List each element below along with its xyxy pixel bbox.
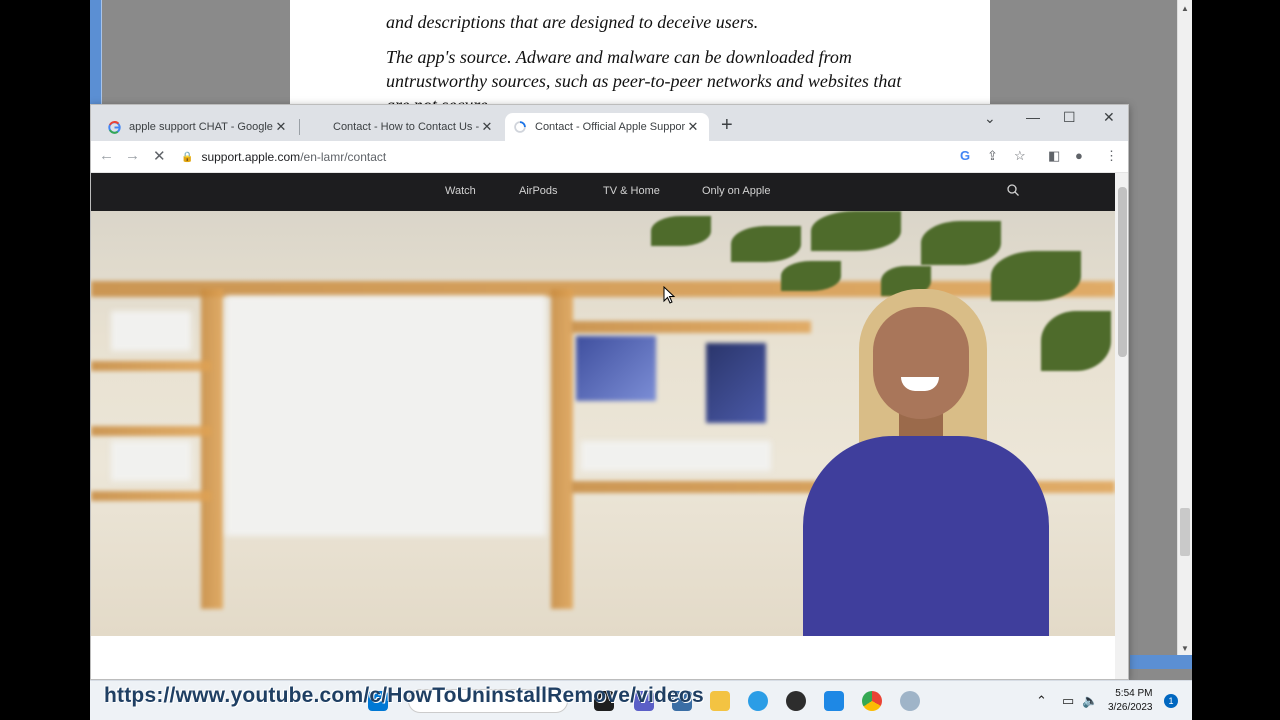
page-scrollbar[interactable] <box>1115 173 1128 679</box>
settings-gear-icon[interactable] <box>900 691 920 711</box>
address-bar[interactable]: 🔒 support.apple.com/en-lamr/contact <box>181 145 981 169</box>
stop-loading-icon[interactable]: ✕ <box>153 147 166 165</box>
document-scrollbar[interactable]: ▲ ▼ <box>1177 0 1192 660</box>
network-icon[interactable]: ▭ <box>1062 693 1074 709</box>
chrome-icon[interactable] <box>862 691 882 711</box>
show-hidden-icons-chevron-icon[interactable]: ⌃ <box>1036 693 1047 709</box>
bookmark-star-icon[interactable]: ☆ <box>1014 148 1026 164</box>
profile-avatar-icon[interactable]: ● <box>1075 148 1083 163</box>
volume-icon[interactable]: 🔈 <box>1082 693 1098 709</box>
back-arrow-icon[interactable]: ← <box>99 147 114 164</box>
document-scroll-thumb[interactable] <box>1180 508 1190 556</box>
scroll-down-arrow-icon[interactable]: ▼ <box>1181 644 1189 653</box>
chart-app-icon[interactable] <box>824 691 844 711</box>
tab-title: Contact - Official Apple Support <box>535 121 685 133</box>
search-icon[interactable] <box>1007 184 1019 199</box>
edge-icon[interactable] <box>748 691 768 711</box>
nav-link-only-on-apple[interactable]: Only on Apple <box>702 185 771 197</box>
browser-toolbar: ← → ✕ 🔒 support.apple.com/en-lamr/contac… <box>91 141 1128 173</box>
media-player-icon[interactable] <box>786 691 806 711</box>
maximize-icon[interactable]: ☐ <box>1063 109 1076 126</box>
clock-date: 3/26/2023 <box>1108 702 1153 713</box>
lock-icon[interactable]: 🔒 <box>181 152 193 163</box>
hero-image-apple-store <box>91 211 1115 636</box>
video-overlay-url: https://www.youtube.com/c/HowToUninstall… <box>104 684 704 707</box>
tab-search-chevron-icon[interactable]: ⌄ <box>984 110 996 127</box>
tab-contact-us[interactable]: Contact - How to Contact Us - A ✕ <box>303 113 503 141</box>
google-lens-icon[interactable]: G <box>960 148 970 163</box>
letterbox-left <box>0 0 90 720</box>
close-tab-icon[interactable]: ✕ <box>273 119 289 135</box>
mouse-cursor-icon <box>663 286 676 304</box>
chrome-browser-window: apple support CHAT - Google Se ✕ Contact… <box>90 104 1129 680</box>
scroll-up-arrow-icon[interactable]: ▲ <box>1181 4 1189 13</box>
notification-badge[interactable]: 1 <box>1164 694 1178 708</box>
close-tab-icon[interactable]: ✕ <box>685 119 701 135</box>
document-line-1: and descriptions that are designed to de… <box>386 12 759 32</box>
apple-global-nav: Watch AirPods TV & Home Only on Apple <box>91 173 1115 211</box>
page-scroll-thumb[interactable] <box>1118 187 1127 357</box>
tab-title: apple support CHAT - Google Se <box>129 121 273 133</box>
tab-separator <box>299 119 300 135</box>
nav-link-airpods[interactable]: AirPods <box>519 185 558 197</box>
apple-icon <box>311 120 325 134</box>
document-line-3: untrustworthy sources, such as peer-to-p… <box>386 71 902 91</box>
page-content: Watch AirPods TV & Home Only on Apple <box>91 173 1115 679</box>
tab-official-apple-support[interactable]: Contact - Official Apple Support ✕ <box>505 113 709 141</box>
close-tab-icon[interactable]: ✕ <box>479 119 495 135</box>
kebab-menu-icon[interactable]: ⋮ <box>1105 148 1118 164</box>
nav-link-watch[interactable]: Watch <box>445 185 476 197</box>
tab-google-search[interactable]: apple support CHAT - Google Se ✕ <box>99 113 297 141</box>
file-explorer-icon[interactable] <box>710 691 730 711</box>
letterbox-right <box>1192 0 1280 720</box>
tab-strip: apple support CHAT - Google Se ✕ Contact… <box>91 105 1128 141</box>
share-icon[interactable]: ⇪ <box>987 148 998 164</box>
new-tab-button[interactable]: + <box>721 114 733 137</box>
document-line-2: The app's source. Adware and malware can… <box>386 47 852 67</box>
minimize-icon[interactable]: — <box>1026 109 1040 125</box>
close-window-icon[interactable]: ✕ <box>1103 109 1115 126</box>
side-panel-icon[interactable]: ◧ <box>1048 148 1060 164</box>
system-clock[interactable]: 5:54 PM 3/26/2023 <box>1108 687 1153 715</box>
url-path: /en-lamr/contact <box>300 150 387 164</box>
google-icon <box>107 120 121 134</box>
forward-arrow-icon[interactable]: → <box>125 147 140 164</box>
url-host: support.apple.com <box>201 150 301 164</box>
loading-spinner-icon <box>513 120 527 134</box>
document-status-band <box>1130 655 1192 669</box>
nav-link-tv-home[interactable]: TV & Home <box>603 185 660 197</box>
clock-time: 5:54 PM <box>1115 688 1153 699</box>
left-edge-strip <box>90 0 102 110</box>
tab-title: Contact - How to Contact Us - A <box>333 121 479 133</box>
